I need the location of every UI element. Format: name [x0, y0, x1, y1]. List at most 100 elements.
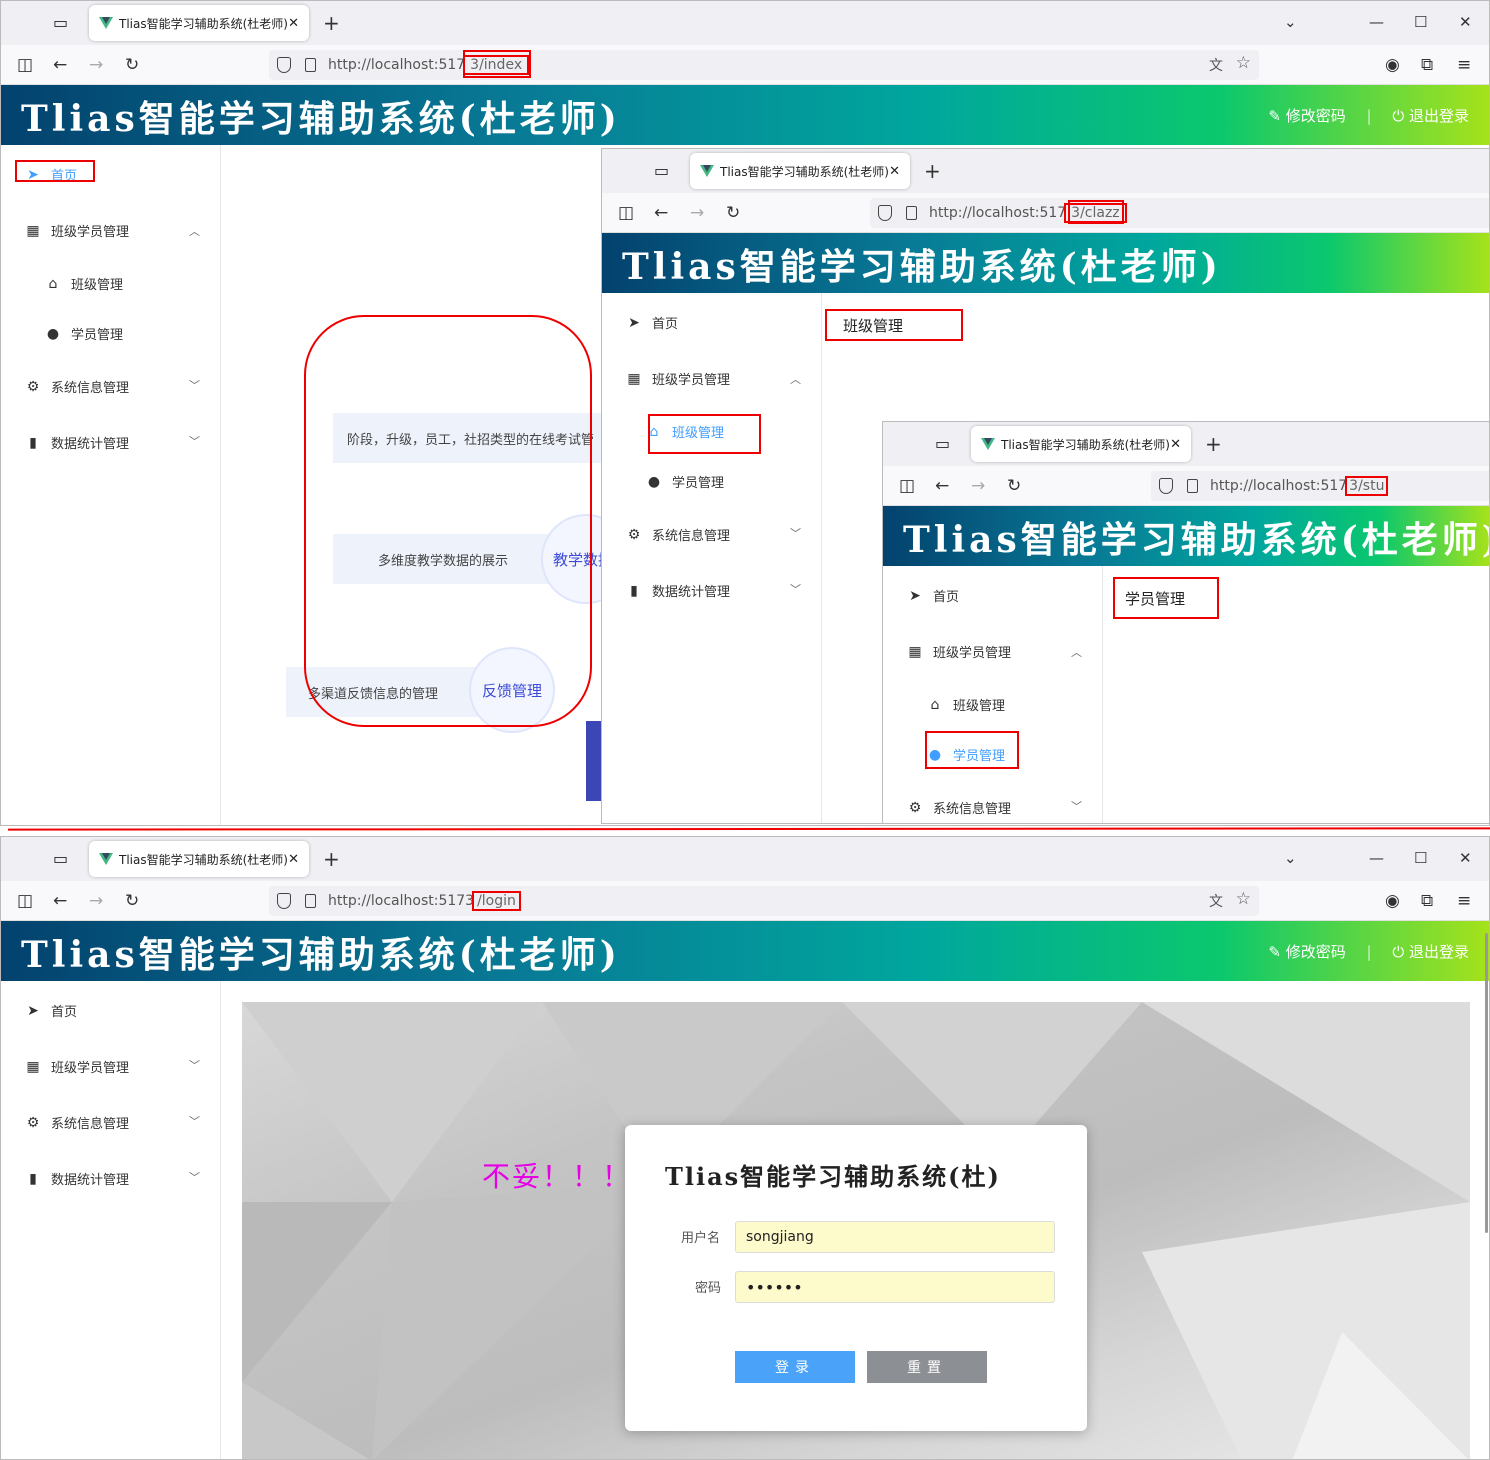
header-separator: | — [1366, 107, 1372, 125]
scrollbar[interactable] — [1485, 933, 1488, 1233]
shield-icon — [277, 893, 291, 909]
password-field[interactable]: •••••• — [735, 1271, 1055, 1303]
star-icon[interactable]: ☆ — [1236, 53, 1251, 73]
plus-icon[interactable]: + — [323, 11, 340, 35]
sidebar-item-system[interactable]: ⚙ 系统信息管理 — [25, 1113, 129, 1133]
forward-icon[interactable]: → — [971, 476, 985, 496]
sidebar-icon[interactable]: ◫ — [618, 203, 634, 223]
tab-overview-icon[interactable]: ▭ — [935, 434, 950, 453]
tab-overview-icon[interactable]: ▭ — [53, 849, 68, 868]
sidebar-item-stats[interactable]: ▮ 数据统计管理 — [25, 1169, 130, 1189]
sidebar-item-home[interactable]: ➤ 首页 — [25, 1001, 77, 1021]
sidebar-icon[interactable]: ◫ — [17, 891, 33, 911]
chevron-down-icon[interactable]: ⌄ — [1284, 13, 1297, 31]
plus-icon[interactable]: + — [924, 159, 941, 183]
reload-icon[interactable]: ↻ — [1007, 476, 1021, 496]
translate-icon[interactable]: 文 — [1209, 891, 1223, 911]
sidebar-item-home[interactable]: ➤ 首页 — [907, 586, 959, 606]
user-icon: ● — [647, 473, 661, 490]
sidebar-item-student[interactable]: ● 学员管理 — [646, 472, 724, 492]
maximize-button[interactable]: ☐ — [1414, 13, 1427, 31]
extension-icon[interactable]: ⧉ — [1421, 891, 1433, 911]
forward-icon[interactable]: → — [89, 891, 103, 911]
sidebar-item-student[interactable]: ● 学员管理 — [45, 324, 123, 344]
close-window-button[interactable]: ✕ — [1459, 849, 1472, 867]
url-bar[interactable]: http://localhost:5173/login 文 ☆ — [269, 886, 1259, 916]
back-icon[interactable]: ← — [53, 891, 67, 911]
star-icon[interactable]: ☆ — [1236, 889, 1251, 909]
sidebar-item-label: 系统信息管理 — [51, 381, 130, 396]
plus-icon[interactable]: + — [1205, 432, 1222, 456]
nav-bar: ◫ ← → ↻ http://localhost:517 3/index 文 ☆ … — [1, 45, 1489, 85]
sidebar-item-class[interactable]: ⌂ 班级管理 — [927, 695, 1005, 715]
close-icon[interactable]: ✕ — [889, 164, 900, 179]
url-bar[interactable]: http://localhost:517 3/clazz — [870, 198, 1489, 228]
sidebar-item-system[interactable]: ⚙ 系统信息管理 — [907, 798, 1011, 818]
sidebar-item-stats[interactable]: ▮ 数据统计管理 — [25, 433, 129, 453]
sidebar-item-class-student[interactable]: ▦ 班级学员管理 — [907, 642, 1012, 662]
sidebar-item-stats[interactable]: ▮ 数据统计管理 — [626, 581, 730, 601]
reload-icon[interactable]: ↻ — [726, 203, 740, 223]
shield-icon — [1159, 478, 1173, 494]
sidebar-item-system[interactable]: ⚙ 系统信息管理 — [25, 377, 130, 397]
sidebar-item-class[interactable]: ⌂ 班级管理 — [45, 274, 123, 294]
browser-tab[interactable]: Tlias智能学习辅助系统(杜老师) ✕ — [89, 841, 309, 877]
back-icon[interactable]: ← — [654, 203, 668, 223]
page-icon — [1187, 479, 1198, 493]
logout-link[interactable]: 退出登录 — [1409, 107, 1469, 125]
sidebar-icon[interactable]: ◫ — [17, 55, 33, 75]
sidebar-icon[interactable]: ◫ — [899, 476, 915, 496]
decorative-block — [586, 721, 602, 801]
reload-icon[interactable]: ↻ — [125, 891, 139, 911]
translate-icon[interactable]: 文 — [1209, 55, 1223, 75]
chevron-down-icon[interactable]: ⌄ — [1284, 849, 1297, 867]
menu-icon[interactable]: ≡ — [1457, 891, 1471, 911]
sidebar-item-class-student[interactable]: ▦ 班级学员管理 — [25, 1057, 129, 1077]
login-button[interactable]: 登录 — [735, 1351, 855, 1383]
menu-icon[interactable]: ≡ — [1457, 55, 1471, 75]
back-icon[interactable]: ← — [935, 476, 949, 496]
bar-chart-icon: ▮ — [630, 582, 638, 599]
url-bar[interactable]: http://localhost:517 3/index 文 ☆ — [269, 50, 1259, 80]
forward-icon[interactable]: → — [690, 203, 704, 223]
account-icon[interactable]: ◉ — [1385, 55, 1400, 75]
header-separator: | — [1366, 943, 1372, 961]
chevron-down-icon: ﹀ — [189, 1115, 200, 1128]
minimize-button[interactable]: — — [1369, 849, 1384, 867]
highlight-ellipse — [304, 315, 592, 727]
sidebar-item-label: 班级学员管理 — [933, 646, 1012, 661]
browser-tab[interactable]: Tlias智能学习辅助系统(杜老师) ✕ — [690, 153, 910, 189]
sidebar-item-system[interactable]: ⚙ 系统信息管理 — [626, 525, 730, 545]
header-actions: ✎ 修改密码 | ⏻ 退出登录 — [1268, 941, 1469, 962]
account-icon[interactable]: ◉ — [1385, 891, 1400, 911]
sidebar-item-label: 数据统计管理 — [51, 1173, 130, 1188]
url-bar[interactable]: http://localhost:517 3/stu — [1151, 471, 1489, 501]
close-icon[interactable]: ✕ — [288, 852, 299, 867]
reload-icon[interactable]: ↻ — [125, 55, 139, 75]
minimize-button[interactable]: — — [1369, 13, 1384, 31]
app-title: Tlias智能学习辅助系统(杜老师) — [903, 519, 1490, 561]
forward-icon[interactable]: → — [89, 55, 103, 75]
maximize-button[interactable]: ☐ — [1414, 849, 1427, 867]
change-password-link[interactable]: 修改密码 — [1286, 943, 1346, 961]
edit-icon: ✎ — [1268, 943, 1281, 961]
browser-tab[interactable]: Tlias智能学习辅助系统(杜老师) ✕ — [971, 426, 1191, 462]
sidebar-item-class-student[interactable]: ▦ 班级学员管理 — [25, 221, 129, 241]
logout-link[interactable]: 退出登录 — [1409, 943, 1469, 961]
tab-overview-icon[interactable]: ▭ — [654, 161, 669, 180]
tab-overview-icon[interactable]: ▭ — [53, 13, 68, 32]
extension-icon[interactable]: ⧉ — [1421, 55, 1433, 75]
close-icon[interactable]: ✕ — [288, 16, 299, 31]
username-field[interactable]: songjiang — [735, 1221, 1055, 1253]
back-icon[interactable]: ← — [53, 55, 67, 75]
highlight-clazz-path — [1068, 200, 1124, 224]
close-window-button[interactable]: ✕ — [1459, 13, 1472, 31]
sidebar-item-home[interactable]: ➤ 首页 — [626, 313, 678, 333]
home-icon: ⌂ — [930, 696, 940, 713]
sidebar-item-class-student[interactable]: ▦ 班级学员管理 — [626, 369, 730, 389]
close-icon[interactable]: ✕ — [1170, 437, 1181, 452]
plus-icon[interactable]: + — [323, 847, 340, 871]
reset-button[interactable]: 重置 — [867, 1351, 987, 1383]
change-password-link[interactable]: 修改密码 — [1286, 107, 1346, 125]
browser-tab[interactable]: Tlias智能学习辅助系统(杜老师) ✕ — [89, 5, 309, 41]
